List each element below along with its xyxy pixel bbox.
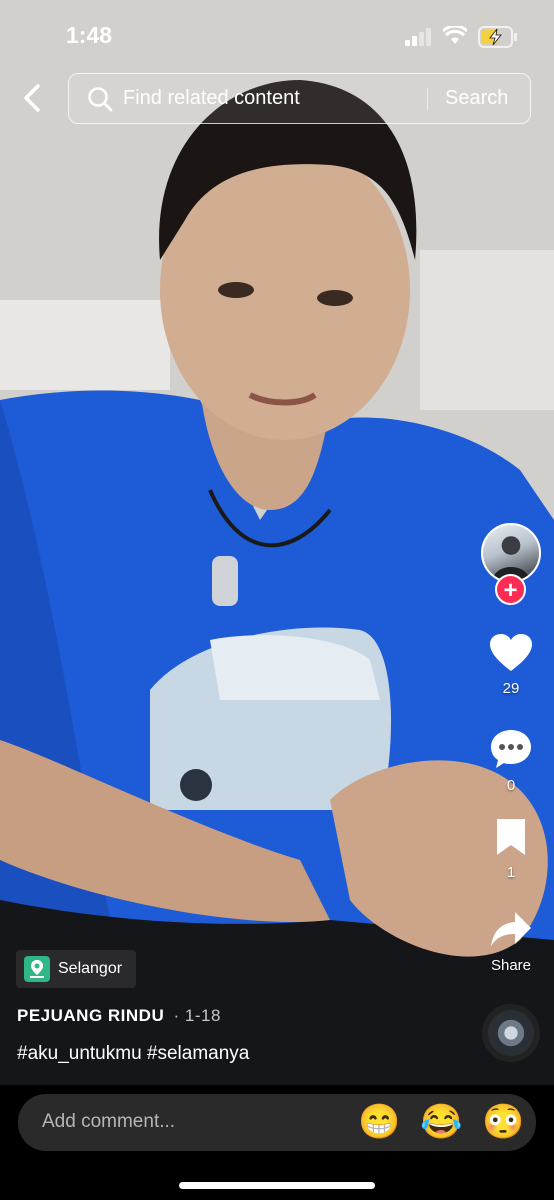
comment-placeholder: Add comment... xyxy=(42,1111,176,1132)
search-icon xyxy=(88,87,113,112)
video-player[interactable] xyxy=(0,0,554,1085)
author-line: PEJUANG RINDU · 1-18 xyxy=(17,1006,221,1026)
like-button[interactable]: 29 xyxy=(480,633,542,697)
caption[interactable]: #aku_untukmu #selamanya xyxy=(17,1043,249,1065)
author-name[interactable]: PEJUANG RINDU xyxy=(17,1006,164,1025)
follow-button[interactable]: + xyxy=(495,574,526,605)
search-divider xyxy=(427,88,428,110)
flushed-emoji-button[interactable]: 😳 xyxy=(482,1104,524,1140)
location-pin-icon xyxy=(24,956,50,982)
wifi-icon xyxy=(443,26,467,44)
music-disc-icon[interactable] xyxy=(482,1004,540,1062)
search-button[interactable]: Search xyxy=(445,87,508,110)
share-label: Share xyxy=(490,957,532,974)
cellular-signal-icon xyxy=(405,28,431,46)
status-bar: 1:48 xyxy=(0,0,554,70)
favorite-button[interactable]: 1 xyxy=(480,817,542,881)
favorite-count: 1 xyxy=(506,864,516,881)
comment-bar: Add comment... 😁 😂 😳 xyxy=(0,1085,554,1200)
comment-input[interactable]: Add comment... 😁 😂 😳 xyxy=(18,1094,536,1151)
location-label: Selangor xyxy=(58,960,123,977)
comment-bubble-icon xyxy=(491,730,531,768)
home-indicator xyxy=(179,1182,375,1189)
laughing-emoji-button[interactable]: 😂 xyxy=(420,1104,462,1140)
comment-count: 0 xyxy=(506,777,516,794)
back-button[interactable] xyxy=(16,80,52,116)
share-button[interactable]: Share xyxy=(480,910,542,974)
comment-button[interactable]: 0 xyxy=(480,728,542,794)
like-count: 29 xyxy=(502,680,520,697)
avatar-image xyxy=(492,536,530,581)
search-input[interactable]: Find related content xyxy=(123,87,300,110)
grinning-emoji-button[interactable]: 😁 xyxy=(358,1104,400,1140)
search-bar[interactable]: Find related content Search xyxy=(68,73,531,124)
status-time: 1:48 xyxy=(66,22,113,48)
heart-icon xyxy=(490,634,532,671)
battery-charging-icon xyxy=(478,26,517,48)
post-date: · 1-18 xyxy=(173,1006,221,1025)
share-arrow-icon xyxy=(491,912,531,946)
bookmark-icon xyxy=(497,819,525,855)
video-frame xyxy=(0,0,554,1085)
location-tag[interactable]: Selangor xyxy=(16,950,137,988)
